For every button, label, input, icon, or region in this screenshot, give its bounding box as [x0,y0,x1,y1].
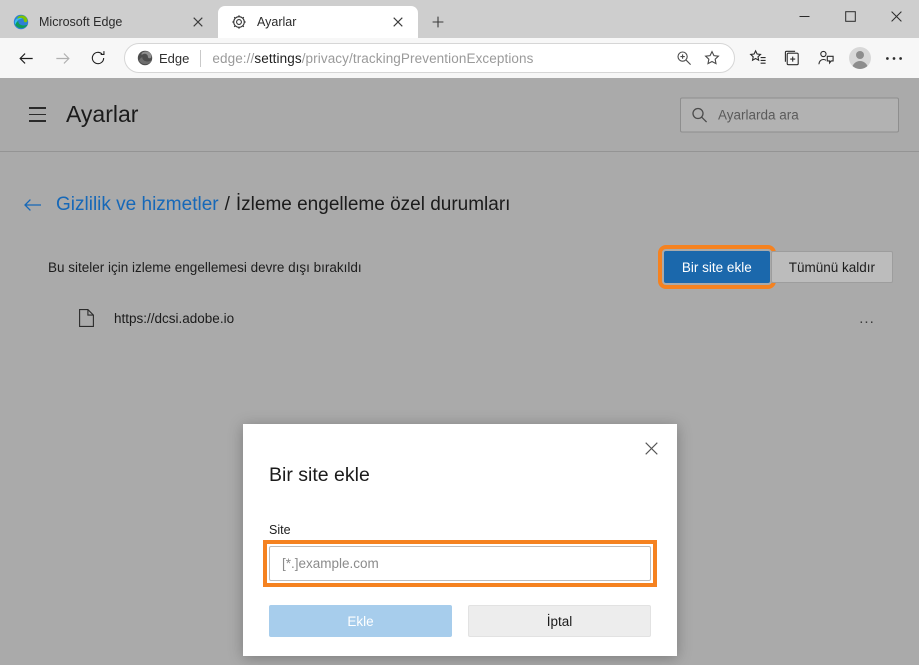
minimize-button[interactable] [781,0,827,32]
window-controls [781,0,919,32]
avatar [849,47,871,69]
zoom-icon[interactable] [670,44,698,72]
back-button[interactable] [8,42,44,74]
breadcrumb-separator: / [224,194,230,215]
hamburger-icon[interactable] [20,98,54,132]
refresh-button[interactable] [80,42,116,74]
tab-ayarlar[interactable]: Ayarlar [218,6,418,38]
search-icon [691,106,708,123]
dialog-title: Bir site ekle [269,464,370,486]
site-url: https://dcsi.adobe.io [114,310,235,326]
add-site-dialog: Bir site ekle Site Ekle İptal [243,424,677,656]
tab-label: Microsoft Edge [39,15,123,29]
site-field-label: Site [269,523,291,537]
url-prefix: edge:// [212,50,255,66]
dialog-close-icon[interactable] [637,434,665,462]
site-input[interactable] [269,546,651,581]
edge-logo-icon [12,14,29,31]
close-icon[interactable] [388,12,408,32]
maximize-button[interactable] [827,0,873,32]
tab-microsoft-edge[interactable]: Microsoft Edge [0,6,218,38]
section-actions: Bir site ekle Tümünü kaldır [657,245,893,289]
breadcrumb-parent-link[interactable]: Gizlilik ve hizmetler [56,194,219,216]
close-icon[interactable] [188,12,208,32]
omnibox-divider [200,49,202,67]
section-description: Bu siteler için izleme engellemesi devre… [48,259,362,275]
url-suffix: /privacy/trackingPreventionExceptions [301,50,534,66]
tab-label: Ayarlar [257,15,297,29]
document-icon [75,307,97,329]
arrow-left-icon[interactable] [20,192,46,218]
exceptions-section-header: Bu siteler için izleme engellemesi devre… [20,245,899,289]
star-icon[interactable] [698,44,726,72]
breadcrumb-current: İzleme engelleme özel durumları [235,194,511,215]
breadcrumb: Gizlilik ve hizmetler / İzleme engelleme… [20,192,899,218]
dialog-add-button[interactable]: Ekle [269,605,452,637]
edge-brand-badge: Edge [137,50,189,66]
search-input[interactable]: Ayarlarda ara [680,97,899,132]
gear-icon [230,14,247,31]
more-icon[interactable] [877,42,911,74]
edge-brand-label: Edge [159,50,190,66]
site-input-highlight [263,540,657,587]
address-bar-url: edge://settings/privacy/trackingPreventi… [212,51,670,66]
collections-icon[interactable] [775,42,809,74]
favorites-icon[interactable] [741,42,775,74]
settings-header: Ayarlar Ayarlarda ara [0,78,919,152]
site-more-icon[interactable]: ... [853,304,881,332]
browser-toolbar: Edge edge://settings/privacy/trackingPre… [0,38,919,78]
settings-content: Gizlilik ve hizmetler / İzleme engelleme… [0,152,919,342]
list-item[interactable]: https://dcsi.adobe.io ... [20,294,899,342]
dialog-actions: Ekle İptal [269,605,651,637]
remove-all-button[interactable]: Tümünü kaldır [770,251,893,283]
profile-avatar[interactable] [843,42,877,74]
url-emphasis: settings [254,50,302,66]
search-placeholder: Ayarlarda ara [718,107,799,122]
share-icon[interactable] [809,42,843,74]
add-site-button[interactable]: Bir site ekle [657,245,776,289]
title-bar: Microsoft Edge Ayarlar [0,0,919,38]
new-tab-button[interactable] [423,7,453,37]
dialog-cancel-button[interactable]: İptal [468,605,651,637]
forward-button[interactable] [44,42,80,74]
page-title: Ayarlar [66,101,139,127]
window-close-button[interactable] [873,0,919,32]
address-bar[interactable]: Edge edge://settings/privacy/trackingPre… [124,43,735,73]
